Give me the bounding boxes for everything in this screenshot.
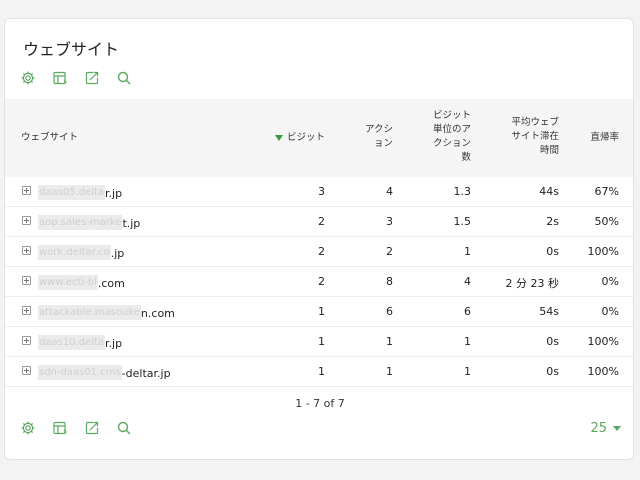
- actions-cell: 3: [386, 215, 393, 228]
- actions-per-visit-cell: 1.3: [453, 185, 472, 198]
- rows-per-page-select[interactable]: 25: [590, 421, 621, 436]
- website-label: r.jp: [105, 337, 123, 350]
- sort-desc-icon: [275, 135, 283, 141]
- expand-icon[interactable]: [22, 186, 31, 195]
- visits-cell: 2: [318, 245, 325, 258]
- table-icon[interactable]: [51, 419, 69, 437]
- pagination-info: 1 - 7 of 7: [295, 397, 345, 410]
- avg-time-cell: 0s: [546, 245, 559, 258]
- bounce-rate-cell: 0%: [601, 305, 619, 318]
- avg-time-cell: 0s: [546, 365, 559, 378]
- redacted-text: daas10.delta: [38, 335, 106, 350]
- table-row[interactable]: www.ecti-bl.com 2 8 4 2 分 23 秒 0%: [5, 267, 633, 297]
- table-row[interactable]: daas05.deltar.jp 3 4 1.3 44s 67%: [5, 177, 633, 207]
- actions-cell: 2: [386, 245, 393, 258]
- export-icon[interactable]: [83, 69, 101, 87]
- bounce-rate-cell: 50%: [594, 215, 619, 228]
- visits-cell: 3: [318, 185, 325, 198]
- visits-cell: 1: [318, 305, 325, 318]
- top-toolbar: [19, 69, 133, 87]
- actions-per-visit-cell: 1: [464, 335, 471, 348]
- column-header-actions-per-visit[interactable]: ビジット 単位のア クション 数: [411, 109, 471, 165]
- bounce-rate-cell: 67%: [594, 185, 619, 198]
- visits-cell: 1: [318, 365, 325, 378]
- actions-cell: 1: [386, 335, 393, 348]
- bounce-rate-cell: 100%: [587, 335, 619, 348]
- expand-icon[interactable]: [22, 246, 31, 255]
- redacted-text: www.ecti-bl: [38, 275, 98, 290]
- actions-per-visit-cell: 1: [464, 365, 471, 378]
- widget-title: ウェブサイト: [23, 40, 120, 59]
- avg-time-cell: 44s: [539, 185, 559, 198]
- expand-icon[interactable]: [22, 366, 31, 375]
- website-cell: aop.sales-market.jp: [38, 215, 140, 230]
- actions-cell: 4: [386, 185, 393, 198]
- table-row[interactable]: work.deltar.co.jp 2 2 1 0s 100%: [5, 237, 633, 267]
- bounce-rate-cell: 100%: [587, 245, 619, 258]
- website-label: .com: [97, 277, 125, 290]
- website-label: -deltar.jp: [121, 367, 171, 380]
- actions-cell: 8: [386, 275, 393, 288]
- avg-time-cell: 54s: [539, 305, 559, 318]
- actions-per-visit-cell: 1.5: [453, 215, 472, 228]
- actions-per-visit-cell: 1: [464, 245, 471, 258]
- column-header-actions[interactable]: アクシ ョン: [353, 123, 393, 151]
- actions-per-visit-cell: 4: [464, 275, 471, 288]
- chevron-down-icon: [613, 426, 621, 431]
- export-icon[interactable]: [83, 419, 101, 437]
- column-header-visits-label: ビジット: [287, 132, 326, 143]
- search-icon[interactable]: [115, 419, 133, 437]
- avg-time-cell: 0s: [546, 335, 559, 348]
- website-cell: sdn-daas01.cms-deltar.jp: [38, 365, 171, 380]
- column-header-avg-time[interactable]: 平均ウェブ サイト滞在 時間: [493, 116, 559, 158]
- bottom-toolbar: [19, 419, 133, 437]
- column-header-website[interactable]: ウェブサイト: [21, 131, 78, 145]
- actions-cell: 1: [386, 365, 393, 378]
- website-label: t.jp: [122, 217, 141, 230]
- website-label: r.jp: [105, 187, 123, 200]
- column-header-bounce-rate[interactable]: 直帰率: [579, 131, 619, 145]
- redacted-text: aop.sales-marke: [38, 215, 123, 230]
- settings-icon[interactable]: [19, 419, 37, 437]
- website-label: n.com: [140, 307, 175, 320]
- table-row[interactable]: daas10.deltar.jp 1 1 1 0s 100%: [5, 327, 633, 357]
- visits-cell: 2: [318, 215, 325, 228]
- expand-icon[interactable]: [22, 276, 31, 285]
- website-cell: attackable.masouken.com: [38, 305, 175, 320]
- website-cell: daas05.deltar.jp: [38, 185, 122, 200]
- actions-per-visit-cell: 6: [464, 305, 471, 318]
- website-label: .jp: [110, 247, 125, 260]
- visits-cell: 1: [318, 335, 325, 348]
- table-row[interactable]: attackable.masouken.com 1 6 6 54s 0%: [5, 297, 633, 327]
- redacted-text: work.deltar.co: [38, 245, 111, 260]
- column-header-visits[interactable]: ビジット: [275, 131, 325, 145]
- websites-widget: ウェブサイト ウェブサイト ビジット アクシ ョン ビジット 単位のア クション…: [4, 18, 634, 460]
- rows-per-page-value: 25: [590, 421, 607, 436]
- table-row[interactable]: sdn-daas01.cms-deltar.jp 1 1 1 0s 100%: [5, 357, 633, 387]
- table-header: ウェブサイト ビジット アクシ ョン ビジット 単位のア クション 数 平均ウェ…: [5, 99, 633, 177]
- table-row[interactable]: aop.sales-market.jp 2 3 1.5 2s 50%: [5, 207, 633, 237]
- table-icon[interactable]: [51, 69, 69, 87]
- visits-cell: 2: [318, 275, 325, 288]
- avg-time-cell: 2 分 23 秒: [505, 277, 560, 290]
- expand-icon[interactable]: [22, 306, 31, 315]
- redacted-text: attackable.masouke: [38, 305, 141, 320]
- expand-icon[interactable]: [22, 216, 31, 225]
- redacted-text: daas05.delta: [38, 185, 106, 200]
- settings-icon[interactable]: [19, 69, 37, 87]
- redacted-text: sdn-daas01.cms: [38, 365, 122, 380]
- actions-cell: 6: [386, 305, 393, 318]
- website-cell: daas10.deltar.jp: [38, 335, 122, 350]
- bounce-rate-cell: 100%: [587, 365, 619, 378]
- website-cell: work.deltar.co.jp: [38, 245, 124, 260]
- search-icon[interactable]: [115, 69, 133, 87]
- expand-icon[interactable]: [22, 336, 31, 345]
- bounce-rate-cell: 0%: [601, 275, 619, 288]
- table-body: daas05.deltar.jp 3 4 1.3 44s 67% aop.sal…: [5, 177, 633, 387]
- website-cell: www.ecti-bl.com: [38, 275, 125, 290]
- avg-time-cell: 2s: [546, 215, 559, 228]
